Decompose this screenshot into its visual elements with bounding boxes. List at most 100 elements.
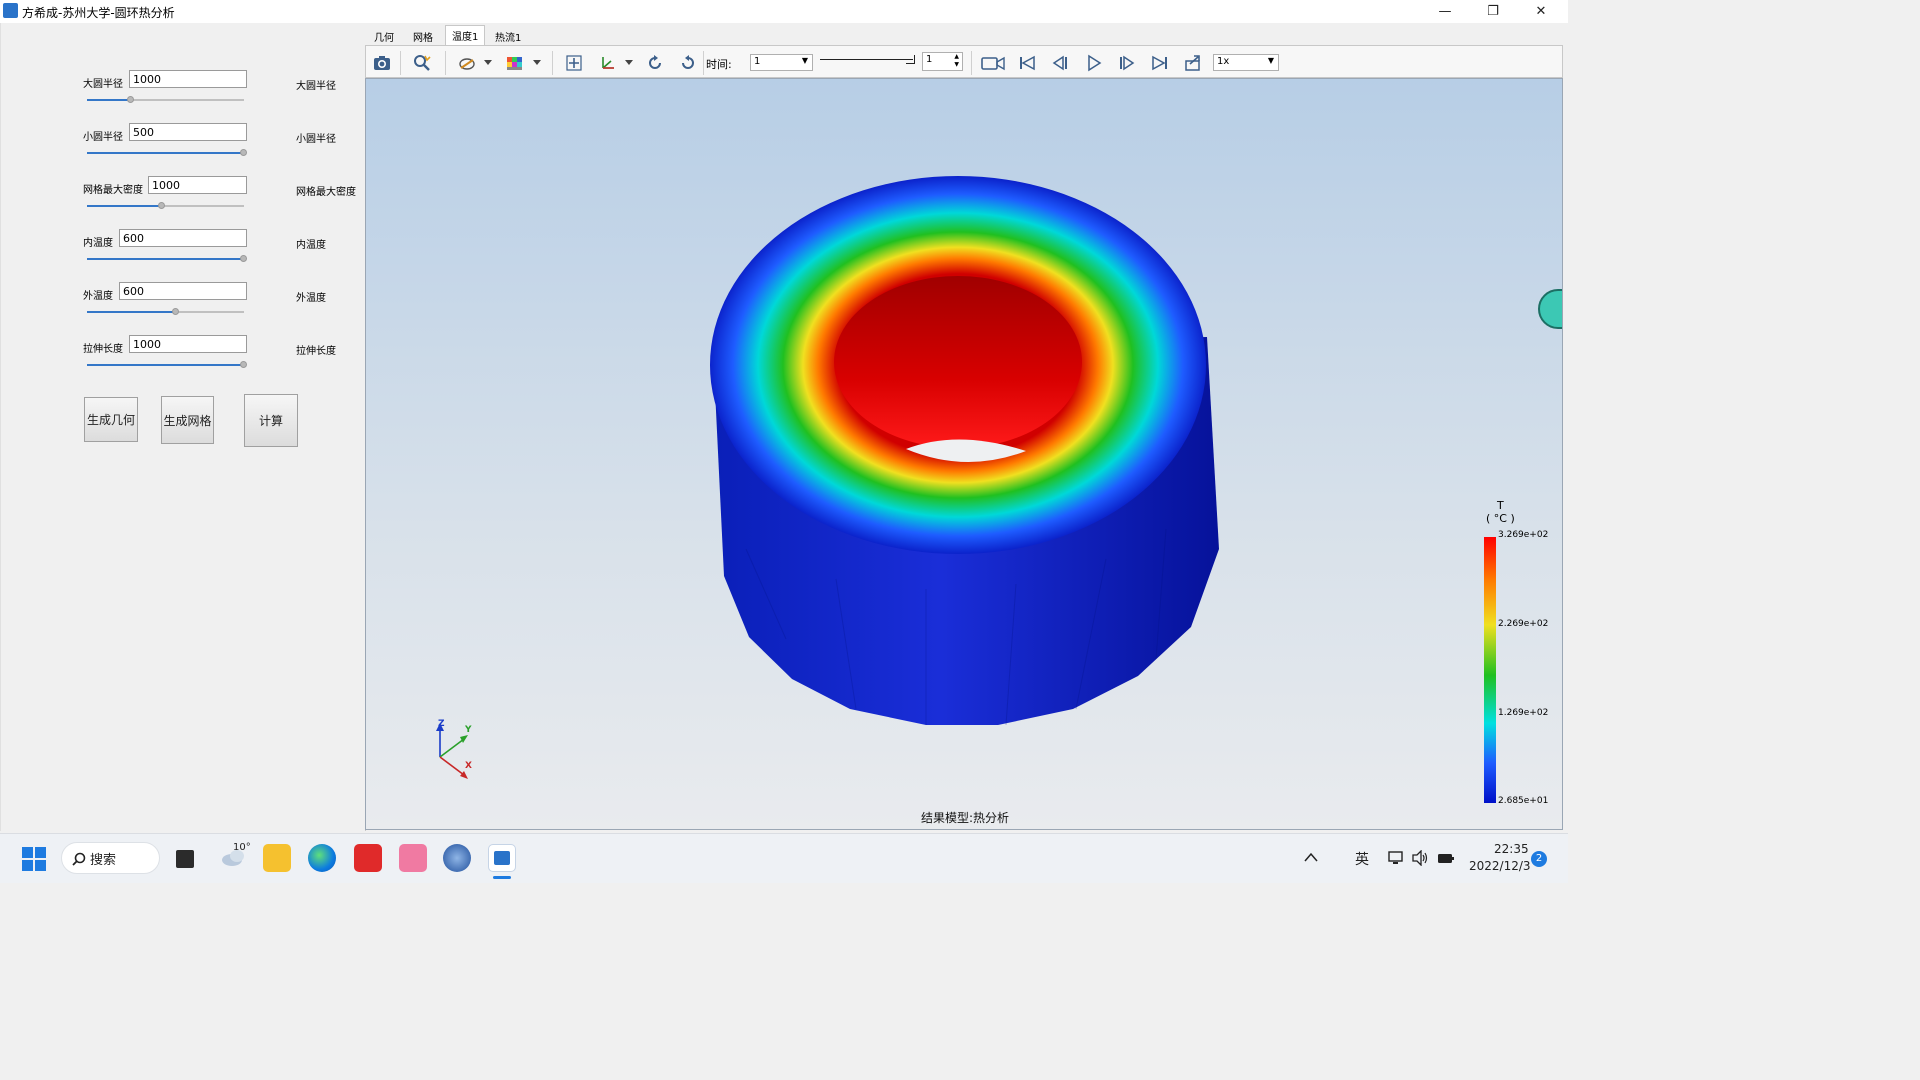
close-button[interactable]: ✕ (1518, 0, 1564, 23)
parameter-panel: 大圆半径 大圆半径 小圆半径 小圆半径 网格最大密度 网格最大密度 内温度 内温… (0, 23, 366, 831)
camera-icon[interactable] (373, 54, 391, 72)
taskbar-search-box[interactable]: 搜索 (61, 842, 160, 874)
step-forward-icon[interactable] (1118, 54, 1136, 72)
play-icon[interactable] (1085, 54, 1103, 72)
chevron-up-icon[interactable] (1304, 852, 1318, 862)
toolbar-separator (703, 51, 704, 75)
inner-radius-slider-thumb[interactable] (240, 149, 247, 156)
result-model-label: 结果模型:热分析 (921, 811, 1010, 825)
clip-plane-icon[interactable] (458, 54, 476, 72)
inner-radius-slider[interactable] (87, 152, 244, 154)
param-label-extrude-length: 拉伸长度 (83, 344, 123, 355)
clock-date[interactable]: 2022/12/3 (1469, 859, 1531, 873)
outer-radius-slider[interactable] (87, 99, 244, 101)
compute-button[interactable]: 计算 (244, 394, 298, 447)
param-label-outer-radius: 大圆半径 (83, 79, 123, 90)
weather-temp: 10° (233, 842, 251, 853)
tab-mesh[interactable]: 网格 (407, 27, 439, 46)
inner-temp-slider-thumb[interactable] (240, 255, 247, 262)
chevron-down-icon[interactable] (625, 60, 633, 66)
viewer-toolbar: 时间: 1 ▼ 1 ▲ ▼ 1x ▼ (365, 45, 1563, 78)
network-icon[interactable] (1388, 850, 1404, 866)
rotate-ccw-icon[interactable] (679, 54, 697, 72)
clock-time[interactable]: 22:35 (1494, 842, 1529, 856)
render-style-icon[interactable] (506, 54, 524, 72)
record-video-icon[interactable] (981, 54, 1005, 72)
spin-arrows-icon: ▲ ▼ (954, 53, 959, 68)
param-right-label-inner-temp: 内温度 (296, 240, 326, 251)
export-icon[interactable] (1184, 54, 1202, 72)
time-slider-thumb[interactable] (906, 55, 915, 64)
windows-start-icon[interactable] (22, 847, 46, 871)
legend-unit: ( °C ) (1486, 512, 1515, 525)
param-label-inner-temp: 内温度 (83, 238, 113, 249)
param-right-label-outer-temp: 外温度 (296, 293, 326, 304)
frame-spinbox[interactable]: 1 ▲ ▼ (922, 52, 963, 71)
legend-tick-max: 3.269e+02 (1498, 530, 1549, 540)
volume-icon[interactable] (1412, 850, 1430, 866)
legend-tick-min: 2.685e+01 (1498, 796, 1549, 806)
app-icon (3, 3, 18, 18)
mesh-density-slider[interactable] (87, 205, 244, 207)
legend-tick-1: 1.269e+02 (1498, 708, 1549, 718)
tab-heat-flux[interactable]: 热流1 (489, 27, 527, 46)
speed-select[interactable]: 1x ▼ (1213, 54, 1279, 71)
extrude-length-slider[interactable] (87, 364, 244, 366)
chevron-down-icon[interactable] (484, 60, 492, 66)
notification-badge[interactable]: 2 (1531, 851, 1547, 867)
ring-inner-wall (834, 276, 1082, 448)
edge-browser-icon[interactable] (308, 844, 336, 872)
3d-viewport[interactable]: Z Y X 结果模型:热分析 T ( °C ) 3.269e+02 2.269e… (365, 78, 1563, 830)
skip-first-icon[interactable] (1018, 54, 1036, 72)
inner-temp-slider[interactable] (87, 258, 244, 260)
taskbar: 搜索 10° 英 22:35 2022/12/3 2 (0, 833, 1568, 883)
rotate-cw-icon[interactable] (646, 54, 664, 72)
outer-radius-slider-thumb[interactable] (126, 96, 134, 103)
toolbar-separator (552, 51, 553, 75)
time-label: 时间: (706, 58, 732, 71)
extrude-length-input[interactable] (129, 335, 247, 353)
search-label: 搜索 (90, 853, 117, 868)
param-right-label-mesh-density: 网格最大密度 (296, 187, 356, 198)
frame-spinbox-value: 1 (926, 54, 933, 65)
battery-icon[interactable] (1437, 850, 1455, 866)
generate-mesh-button[interactable]: 生成网格 (161, 396, 214, 444)
mesh-density-slider-thumb[interactable] (158, 202, 166, 209)
axis-view-icon[interactable] (599, 54, 617, 72)
mesh-density-input[interactable] (148, 176, 247, 194)
extrude-length-slider-thumb[interactable] (240, 361, 247, 368)
task-view-icon[interactable] (176, 850, 194, 868)
restore-button[interactable]: ❐ (1470, 0, 1516, 23)
param-label-inner-radius: 小圆半径 (83, 132, 123, 143)
outer-temp-input[interactable] (119, 282, 247, 300)
toolbar-separator (971, 51, 972, 75)
file-explorer-icon[interactable] (263, 844, 291, 872)
ring-model-view (710, 176, 1219, 726)
tab-geometry[interactable]: 几何 (368, 27, 400, 46)
netease-music-icon[interactable] (354, 844, 382, 872)
generate-geometry-button[interactable]: 生成几何 (84, 397, 138, 442)
bilibili-icon[interactable] (399, 844, 427, 872)
skip-last-icon[interactable] (1151, 54, 1169, 72)
outer-temp-slider-thumb[interactable] (172, 308, 180, 315)
tab-temperature[interactable]: 温度1 (445, 25, 486, 45)
zoom-icon[interactable] (413, 54, 431, 72)
time-slider[interactable] (820, 59, 913, 60)
minimize-button[interactable]: — (1422, 0, 1468, 23)
inner-temp-input[interactable] (119, 229, 247, 247)
thermal-analysis-app-icon[interactable] (488, 844, 516, 872)
input-method-indicator[interactable]: 英 (1355, 849, 1369, 869)
axis-y-label: Y (465, 725, 472, 735)
chevron-down-icon: ▼ (801, 56, 808, 65)
outer-radius-input[interactable] (129, 70, 247, 88)
app-swirl-icon[interactable] (443, 844, 471, 872)
title-bar: 方希成-苏州大学-圆环热分析 — ❐ ✕ (0, 0, 1568, 23)
param-right-label-extrude-length: 拉伸长度 (296, 346, 336, 357)
search-icon (72, 852, 86, 866)
chevron-down-icon[interactable] (533, 60, 541, 66)
outer-temp-slider[interactable] (87, 311, 244, 313)
fit-view-icon[interactable] (565, 54, 583, 72)
time-select[interactable]: 1 ▼ (750, 54, 813, 71)
step-back-icon[interactable] (1051, 54, 1069, 72)
inner-radius-input[interactable] (129, 123, 247, 141)
